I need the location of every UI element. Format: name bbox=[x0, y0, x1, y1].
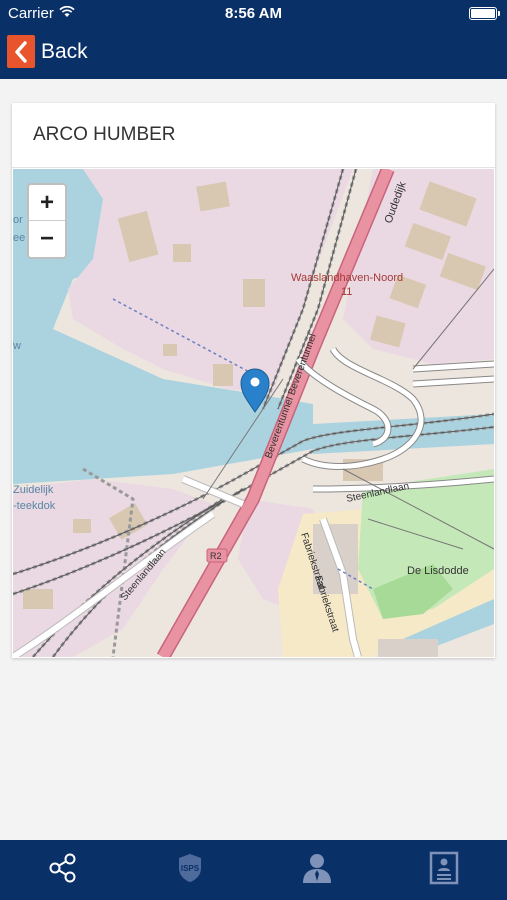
zoom-control: + − bbox=[27, 183, 67, 259]
map-label-edge-1: or bbox=[13, 214, 23, 226]
person-icon bbox=[300, 852, 334, 889]
back-label: Back bbox=[41, 39, 88, 63]
vessel-card: ARCO HUMBER Waaslandhaven-Noord 11 Ouded… bbox=[12, 103, 495, 658]
map-label-area: Waaslandhaven-Noord bbox=[291, 272, 403, 284]
map-label-dok-1: Zuidelijk bbox=[13, 484, 54, 496]
map-view[interactable]: Waaslandhaven-Noord 11 Oudedijk Beverent… bbox=[13, 169, 494, 657]
share-icon bbox=[48, 852, 78, 889]
back-button[interactable]: Back bbox=[7, 35, 88, 68]
status-bar: Carrier 8:56 AM bbox=[0, 0, 507, 28]
tab-isps[interactable]: ISPS bbox=[127, 840, 254, 900]
card-header: ARCO HUMBER bbox=[12, 103, 495, 168]
map-label-edge-2: ee bbox=[13, 232, 25, 244]
document-icon bbox=[429, 851, 459, 890]
zoom-in-button[interactable]: + bbox=[29, 185, 65, 221]
isps-icon: ISPS bbox=[176, 852, 204, 889]
navigation-bar: Back bbox=[0, 28, 507, 79]
status-time: 8:56 AM bbox=[225, 5, 282, 22]
tab-bar: ISPS bbox=[0, 840, 507, 900]
map-label-dok-2: -teekdok bbox=[13, 500, 56, 512]
map-label-edge-3: w bbox=[13, 340, 21, 352]
map-label-area-number: 11 bbox=[341, 286, 352, 298]
map-label-r2: R2 bbox=[210, 551, 222, 561]
tab-share[interactable] bbox=[0, 840, 127, 900]
zoom-out-button[interactable]: − bbox=[29, 221, 65, 257]
map-label-de-lisdodde: De Lisdodde bbox=[407, 565, 469, 577]
chevron-left-icon bbox=[7, 35, 35, 68]
map-tiles: Waaslandhaven-Noord 11 Oudedijk Beverent… bbox=[13, 169, 494, 657]
battery-icon bbox=[469, 7, 500, 20]
tab-person[interactable] bbox=[254, 840, 381, 900]
vessel-name: ARCO HUMBER bbox=[33, 124, 176, 145]
isps-label: ISPS bbox=[181, 864, 200, 873]
tab-document[interactable] bbox=[380, 840, 507, 900]
